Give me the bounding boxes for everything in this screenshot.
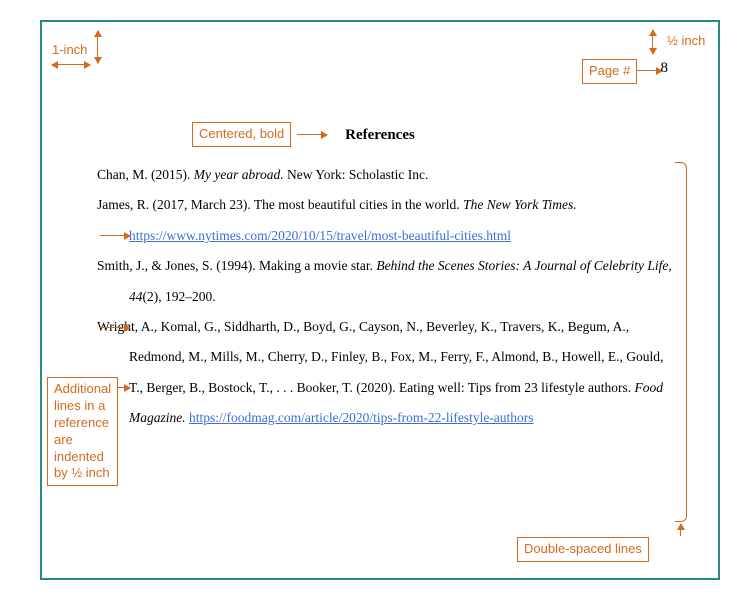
double-spaced-annotation: Double-spaced lines [517,537,649,562]
double-spaced-arrow [680,524,681,536]
half-inch-label: ½ inch [667,33,705,48]
ref-link[interactable]: https://foodmag.com/article/2020/tips-fr… [189,410,534,425]
hanging-indent-annotation: Additional lines in a reference are inde… [47,377,118,486]
ref-italic: My year abroad. [194,167,284,182]
ref-text: Smith, J., & Jones, S. (1994). Making a … [97,258,376,273]
indent-arrow-2 [100,327,130,328]
reference-entry: Chan, M. (2015). My year abroad. New Yor… [97,160,677,190]
one-inch-v-arrow [97,31,98,63]
ref-text: James, R. (2017, March 23). The most bea… [97,197,463,212]
page-number-arrow [637,70,662,71]
ref-text: New York: Scholastic Inc. [284,167,429,182]
ref-text: Chan, M. (2015). [97,167,194,182]
references-title: References [42,127,718,144]
indent-arrow-1 [100,235,130,236]
page-number-annotation: Page # [582,59,637,84]
page-number: 8 [661,60,669,77]
bracket-icon [675,162,687,522]
reference-entry: James, R. (2017, March 23). The most bea… [97,190,677,251]
reference-entry: Wright, A., Komal, G., Siddharth, D., Bo… [97,312,677,434]
ref-link[interactable]: https://www.nytimes.com/2020/10/15/trave… [129,228,511,243]
one-inch-label: 1-inch [52,42,87,57]
one-inch-h-arrow [52,64,90,65]
ref-italic: The New York Times. [463,197,577,212]
page-frame: 1-inch ½ inch Page # 8 Centered, bold Re… [40,20,720,580]
half-inch-v-arrow [652,30,653,54]
references-list: Chan, M. (2015). My year abroad. New Yor… [97,160,677,433]
ref-text: Wright, A., Komal, G., Siddharth, D., Bo… [97,319,663,395]
reference-entry: Smith, J., & Jones, S. (1994). Making a … [97,251,677,312]
ref-text: (2), 192–200. [143,289,216,304]
